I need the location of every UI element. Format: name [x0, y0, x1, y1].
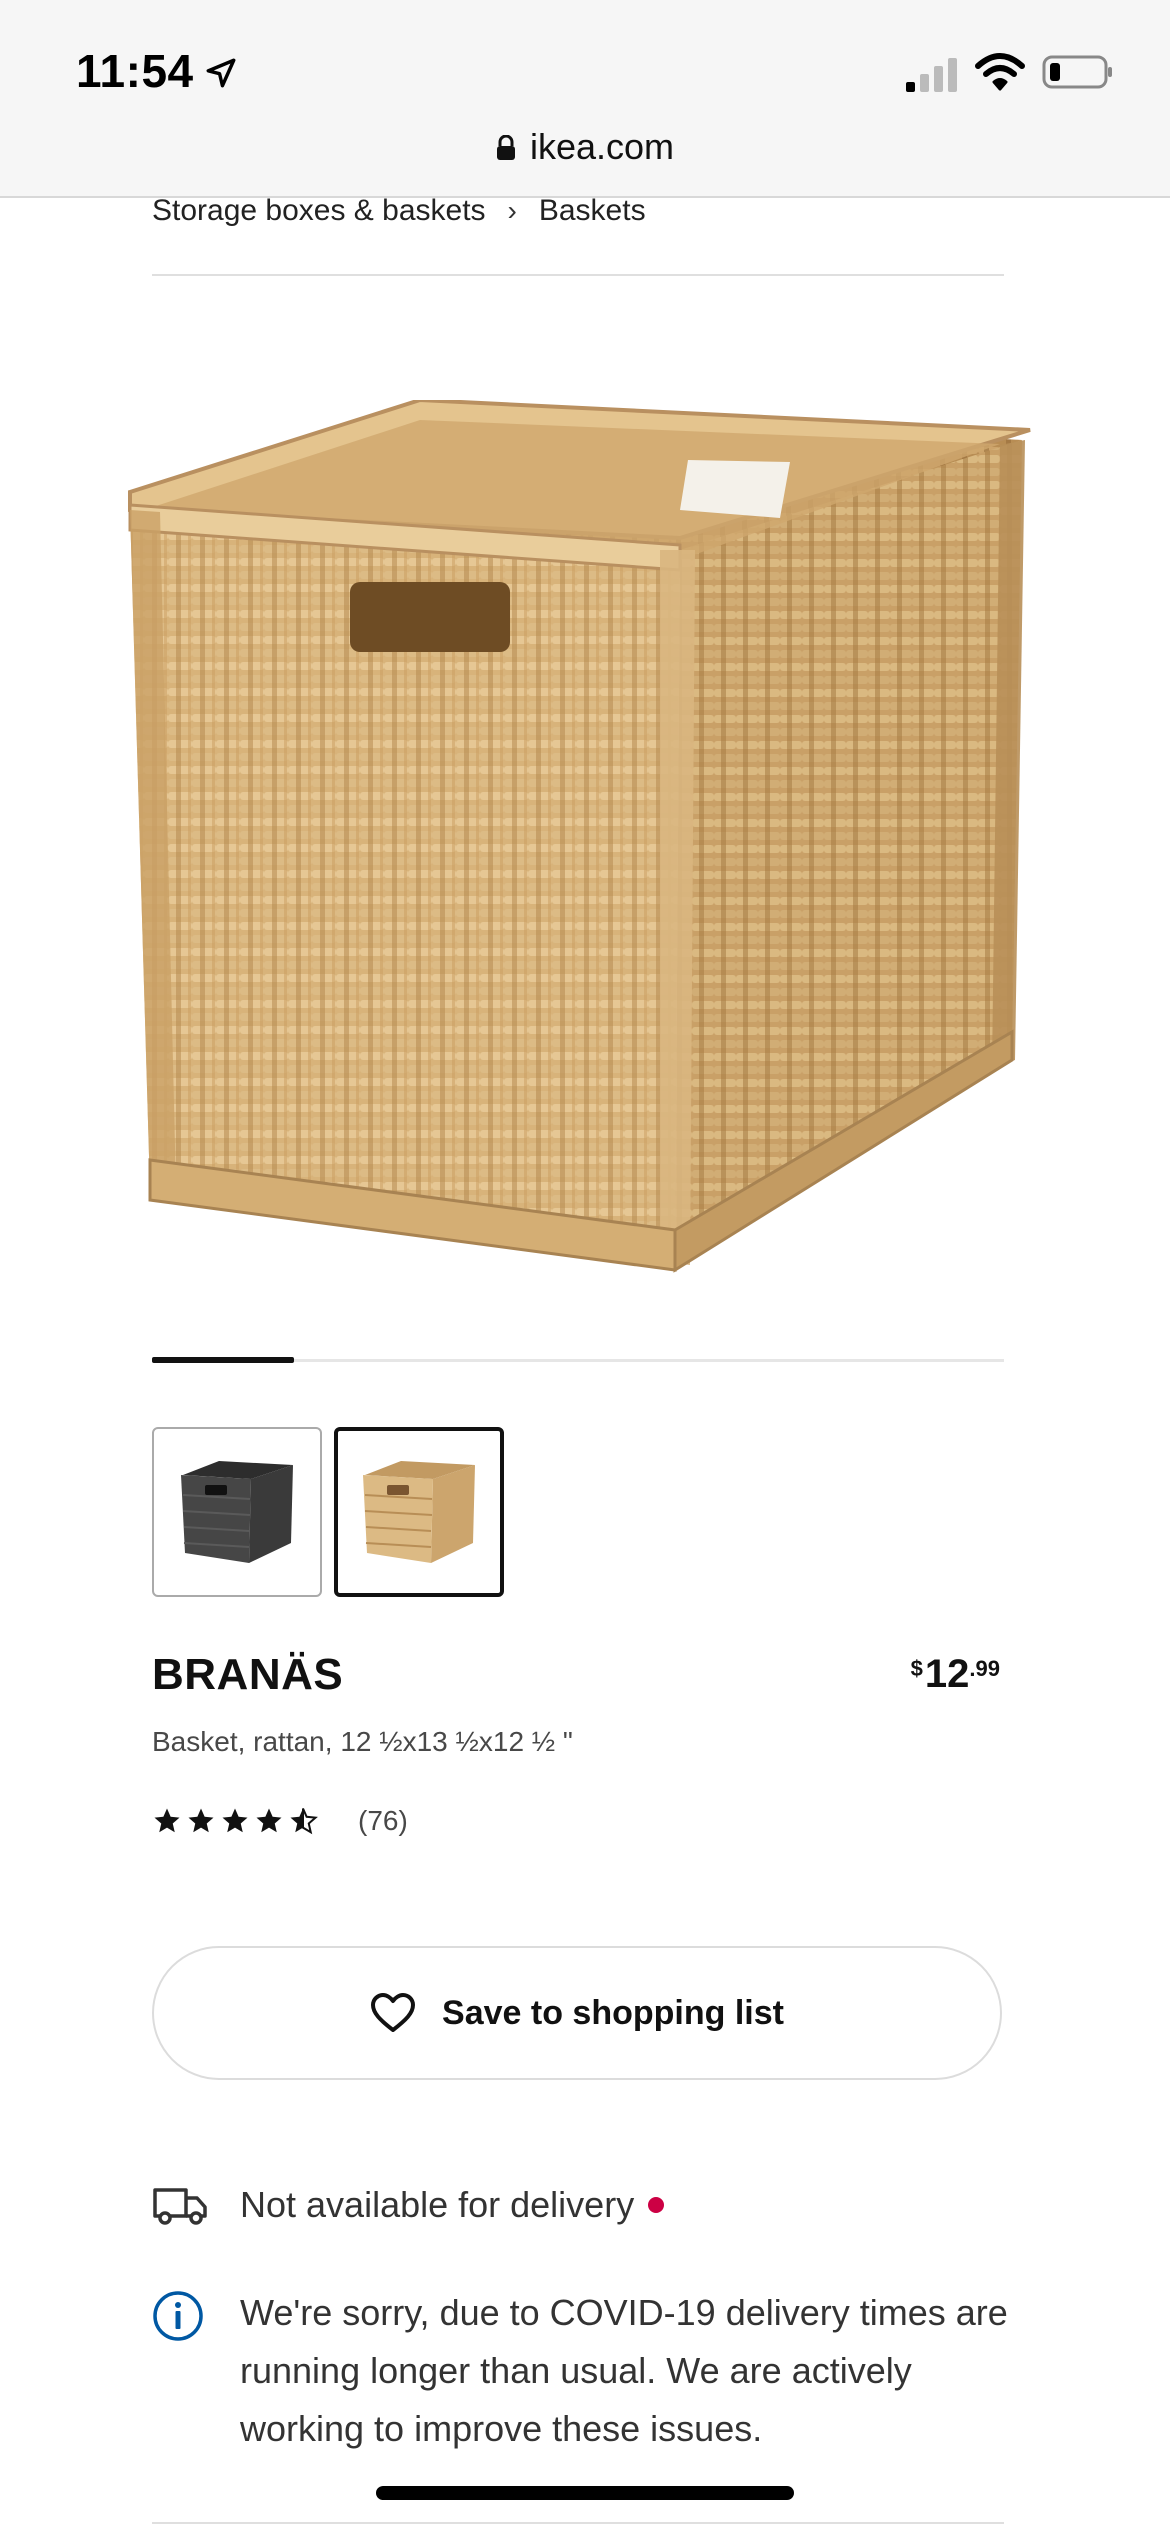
notice-text: We're sorry, due to COVID-19 delivery ti…: [240, 2292, 1008, 2449]
star-icon: [256, 1808, 282, 1833]
lock-icon: [496, 135, 515, 160]
price-decimal: .99: [969, 1656, 1000, 1681]
breadcrumb: Storage boxes & baskets › Baskets: [152, 194, 646, 228]
breadcrumb-baskets[interactable]: Baskets: [539, 194, 646, 228]
product-image[interactable]: [120, 400, 1040, 1290]
delivery-status-text: Not available for delivery: [240, 2184, 665, 2226]
star-icon: [154, 1808, 180, 1833]
divider: [152, 274, 1004, 276]
wifi-icon: [975, 53, 1025, 91]
address-bar[interactable]: ikea.com: [0, 126, 1170, 168]
gallery-slider-thumb[interactable]: [152, 1357, 294, 1363]
save-button-label: Save to shopping list: [442, 1993, 784, 2032]
star-icon: [222, 1808, 248, 1833]
info-icon: [153, 2291, 203, 2341]
half-star-icon: [290, 1808, 318, 1835]
status-dot: [648, 2197, 665, 2213]
heart-icon: [371, 1993, 416, 2032]
natural-rattan-basket-thumbnail[interactable]: [334, 1427, 504, 1597]
breadcrumb-storage-boxes[interactable]: Storage boxes & baskets: [152, 194, 486, 228]
product-rating[interactable]: (76): [152, 1805, 408, 1837]
price-integer: 12: [924, 1652, 970, 1696]
price-currency: $: [910, 1656, 923, 1681]
cellular-signal-icon: [906, 58, 957, 92]
rattan-basket-icon: [363, 1461, 475, 1563]
rating-stars: [152, 1806, 318, 1836]
battery-icon: [1042, 55, 1112, 89]
star-icon: [188, 1808, 214, 1833]
delivery-availability: Not available for delivery: [152, 2184, 665, 2226]
url-text: ikea.com: [529, 126, 675, 167]
product-price: $ 12 .99: [911, 1652, 1000, 1697]
product-description: Basket, rattan, 12 ½x13 ½x12 ½ ": [152, 1726, 573, 1757]
dark-basket-icon: [181, 1461, 293, 1563]
dark-gray-basket-thumbnail[interactable]: [152, 1427, 322, 1597]
truck-icon: [153, 2188, 207, 2225]
rating-count: (76): [358, 1805, 408, 1836]
product-name: BRANÄS: [152, 1650, 344, 1699]
divider: [152, 2522, 1004, 2524]
browser-chrome: 11:54 ikea.com: [0, 0, 1170, 198]
covid-notice: We're sorry, due to COVID-19 delivery ti…: [152, 2284, 1020, 2458]
home-indicator[interactable]: [376, 2486, 794, 2500]
location-arrow-icon: [206, 58, 236, 88]
save-to-shopping-list-button[interactable]: Save to shopping list: [152, 1946, 1002, 2080]
status-time: 11:54: [76, 45, 194, 97]
breadcrumb-separator: ›: [507, 195, 517, 226]
